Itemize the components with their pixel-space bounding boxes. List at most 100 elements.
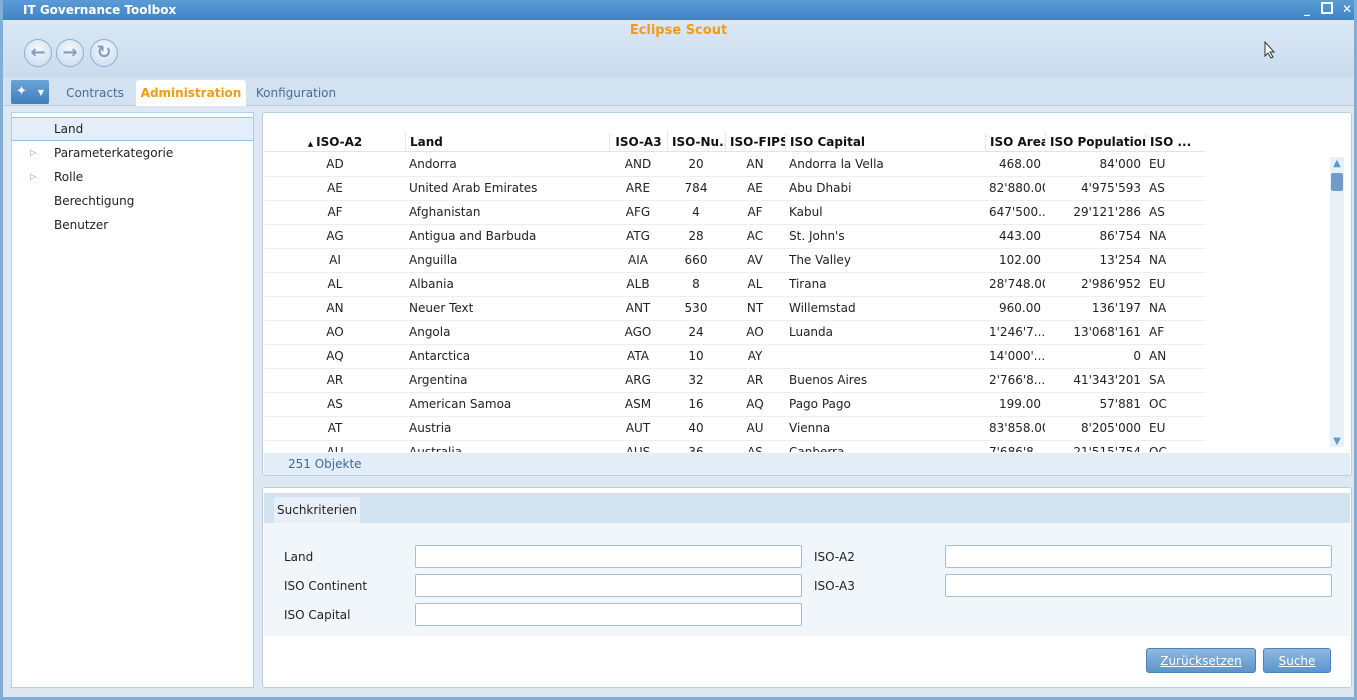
column-header[interactable]: ISO Capital bbox=[785, 132, 985, 152]
table-cell: NA bbox=[1149, 253, 1167, 267]
table-row[interactable]: AI Anguilla AIA 660 AV The Valley 102.00 13'254… bbox=[265, 249, 1205, 273]
table-cell: 4'975'593 bbox=[1080, 181, 1141, 195]
forward-button[interactable]: → bbox=[56, 39, 84, 67]
table-cell: AIA bbox=[628, 253, 648, 267]
iso-continent-input[interactable] bbox=[415, 574, 802, 597]
minimize-icon[interactable]: _ bbox=[1300, 2, 1314, 16]
scroll-up-icon[interactable]: ▲ bbox=[1331, 159, 1343, 169]
table-cell: EU bbox=[1149, 157, 1166, 171]
tree-item-label: Berechtigung bbox=[54, 194, 135, 208]
column-header-label: ISO-Nu... bbox=[672, 135, 725, 149]
brand-title: Eclipse Scout bbox=[629, 23, 728, 38]
table-cell: AQ bbox=[746, 397, 764, 411]
close-icon[interactable]: ✕ bbox=[1340, 2, 1354, 16]
table-cell: Austria bbox=[409, 421, 452, 435]
table-cell: Buenos Aires bbox=[789, 373, 868, 387]
table-row[interactable]: AF Afghanistan AFG 4 AF Kabul 647'500... 29'121… bbox=[265, 201, 1205, 225]
table-cell: AF bbox=[747, 205, 763, 219]
iso-a3-label: ISO-A3 bbox=[814, 579, 855, 593]
table-cell: 40 bbox=[688, 421, 704, 435]
table-cell: Antarctica bbox=[409, 349, 471, 363]
tab-suchkriterien[interactable]: Suchkriterien bbox=[274, 497, 360, 523]
iso-a2-input[interactable] bbox=[945, 545, 1332, 568]
tree-item-parameterkategorie[interactable]: ▷ Parameterkategorie bbox=[12, 141, 253, 165]
maximize-icon[interactable] bbox=[1320, 2, 1334, 16]
tools-icon: ✦ bbox=[16, 84, 27, 99]
table-row[interactable]: AQ Antarctica ATA 10 AY 14'000'... 0 AN bbox=[265, 345, 1205, 369]
expand-icon[interactable]: ▷ bbox=[30, 141, 36, 165]
table-cell: 28 bbox=[688, 229, 704, 243]
table-row[interactable]: AU Australia AUS 36 AS Canberra 7'686'8... 21'5… bbox=[265, 441, 1205, 452]
table-cell: Albania bbox=[409, 277, 454, 291]
table-cell: 16 bbox=[688, 397, 704, 411]
scroll-down-icon[interactable]: ▼ bbox=[1331, 437, 1343, 447]
column-header[interactable]: ISO-Nu... bbox=[667, 132, 725, 152]
table-row[interactable]: AN Neuer Text ANT 530 NT Willemstad 960.00 136'… bbox=[265, 297, 1205, 321]
table-row[interactable]: AD Andorra AND 20 AN Andorra la Vella 468.00 84… bbox=[265, 153, 1205, 177]
iso-capital-input[interactable] bbox=[415, 603, 802, 626]
table-cell: Vienna bbox=[789, 421, 831, 435]
table-cell: SA bbox=[1149, 373, 1166, 387]
column-header[interactable]: Land bbox=[405, 132, 609, 152]
tree-item-land[interactable]: Land bbox=[12, 117, 253, 141]
table-header: ▲ISO-A2 Land ISO-A3 ISO-Nu... ISO-FIPS ISO Ca… bbox=[265, 132, 1205, 152]
table-cell: 7'686'8... bbox=[989, 445, 1045, 452]
table-cell: AV bbox=[747, 253, 763, 267]
back-button[interactable]: ← bbox=[24, 39, 52, 67]
search-panel: Suchkriterien Land ISO Continent ISO Cap… bbox=[262, 487, 1352, 688]
table-cell: AUT bbox=[625, 421, 651, 435]
iso-capital-label: ISO Capital bbox=[284, 608, 351, 622]
column-header-label: ISO Capital bbox=[790, 135, 866, 149]
vertical-scrollbar[interactable]: ▲ ▼ bbox=[1330, 157, 1344, 447]
column-header[interactable]: ISO-FIPS bbox=[725, 132, 785, 152]
table-cell: EU bbox=[1149, 277, 1166, 291]
table-cell: AS bbox=[327, 397, 343, 411]
table-row[interactable]: AR Argentina ARG 32 AR Buenos Aires 2'766'8...… bbox=[265, 369, 1205, 393]
tab-administration[interactable]: Administration bbox=[136, 80, 246, 106]
iso-a2-label: ISO-A2 bbox=[814, 550, 855, 564]
table-cell: AF bbox=[1149, 325, 1165, 339]
table-cell: 83'858.00 bbox=[989, 421, 1045, 435]
tab-contracts[interactable]: Contracts bbox=[57, 80, 133, 106]
table-row[interactable]: AT Austria AUT 40 AU Vienna 83'858.00 8'205'000… bbox=[265, 417, 1205, 441]
table-row[interactable]: AS American Samoa ASM 16 AQ Pago Pago 199.00 57… bbox=[265, 393, 1205, 417]
tree-item-berechtigung[interactable]: Berechtigung bbox=[12, 189, 253, 213]
table-cell: Canberra bbox=[789, 445, 845, 452]
search-button[interactable]: Suche bbox=[1263, 648, 1331, 673]
table-cell: ANT bbox=[625, 301, 651, 315]
table-cell: 2'986'952 bbox=[1080, 277, 1141, 291]
table-cell: 784 bbox=[684, 181, 708, 195]
reset-button[interactable]: Zurücksetzen bbox=[1146, 648, 1256, 673]
column-header[interactable]: ISO Area bbox=[985, 132, 1045, 152]
table-row[interactable]: AE United Arab Emirates ARE 784 AE Abu Dhabi 8… bbox=[265, 177, 1205, 201]
table-cell: AN bbox=[326, 301, 344, 315]
table-cell: AS bbox=[1149, 205, 1165, 219]
app-header: Eclipse Scout ← → ↻ bbox=[3, 20, 1354, 77]
tools-menu-button[interactable]: ✦ ▼ bbox=[11, 80, 49, 104]
table-cell: 84'000 bbox=[1099, 157, 1141, 171]
table-cell: ATG bbox=[626, 229, 650, 243]
refresh-button[interactable]: ↻ bbox=[90, 39, 118, 67]
table-row[interactable]: AL Albania ALB 8 AL Tirana 28'748.00 2'986'952 E… bbox=[265, 273, 1205, 297]
scrollbar-thumb[interactable] bbox=[1331, 173, 1343, 191]
table-cell: Neuer Text bbox=[409, 301, 474, 315]
land-input[interactable] bbox=[415, 545, 802, 568]
table-row[interactable]: AG Antigua and Barbuda ATG 28 AC St. John's 44… bbox=[265, 225, 1205, 249]
column-header[interactable]: ▲ ISO-A2 bbox=[265, 132, 405, 152]
table-cell: AQ bbox=[326, 349, 344, 363]
tree-item-benutzer[interactable]: Benutzer bbox=[12, 213, 253, 237]
table-cell: ARE bbox=[625, 181, 651, 195]
column-header[interactable]: ISO ... bbox=[1145, 132, 1205, 152]
table-cell: Argentina bbox=[409, 373, 468, 387]
table-cell: 660 bbox=[684, 253, 708, 267]
iso-a3-input[interactable] bbox=[945, 574, 1332, 597]
column-header[interactable]: ISO Population bbox=[1045, 132, 1145, 152]
table-cell: EU bbox=[1149, 421, 1166, 435]
column-header[interactable]: ISO-A3 bbox=[609, 132, 667, 152]
tree-item-rolle[interactable]: ▷ Rolle bbox=[12, 165, 253, 189]
table-cell: 960.00 bbox=[999, 301, 1041, 315]
expand-icon[interactable]: ▷ bbox=[30, 165, 36, 189]
table-row[interactable]: AO Angola AGO 24 AO Luanda 1'246'7... 13'068'16… bbox=[265, 321, 1205, 345]
table-cell: AO bbox=[326, 325, 344, 339]
tab-konfiguration[interactable]: Konfiguration bbox=[249, 80, 343, 106]
